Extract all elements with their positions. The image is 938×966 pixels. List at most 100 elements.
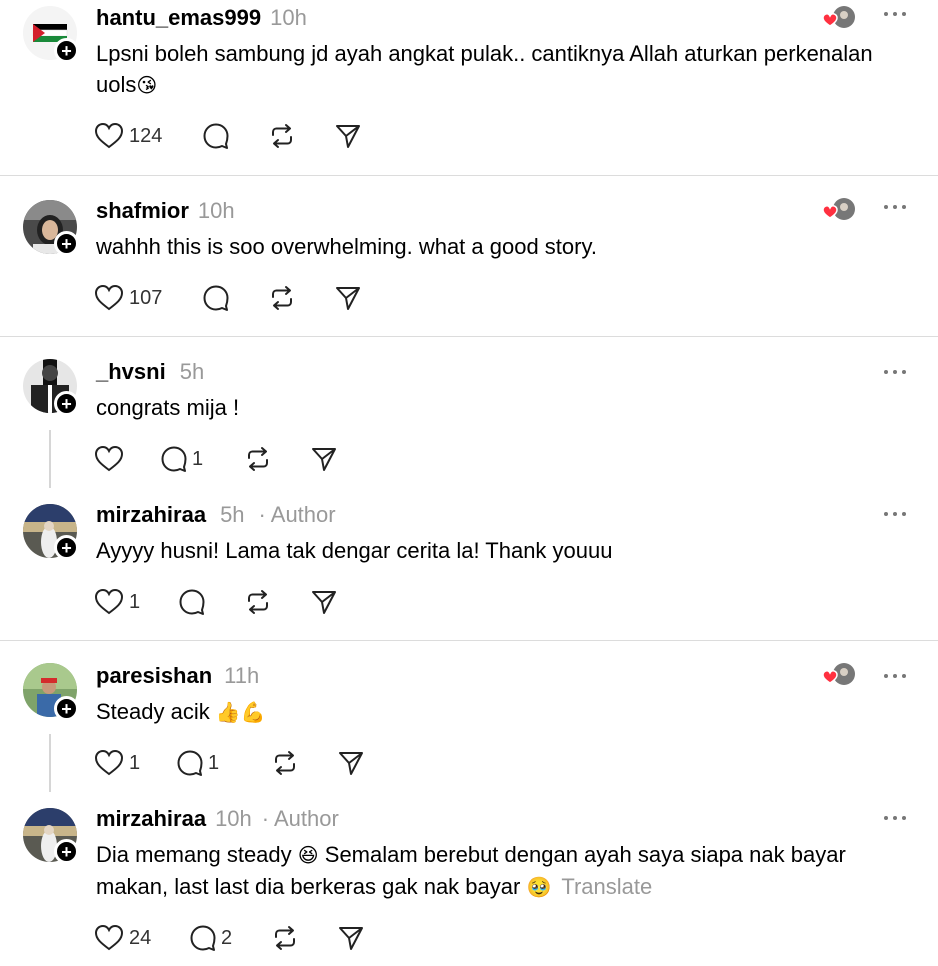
comment-text-content: congrats mija !	[96, 395, 240, 420]
repost-button[interactable]	[271, 749, 337, 777]
repost-button[interactable]	[268, 284, 334, 312]
repost-icon	[244, 445, 272, 473]
comment-text-content: Steady acik	[96, 699, 210, 724]
like-button[interactable]: 24	[94, 924, 189, 952]
follow-button[interactable]: +	[54, 535, 79, 560]
send-icon	[337, 749, 365, 777]
speech-bubble-icon	[178, 588, 206, 616]
repost-icon	[244, 588, 272, 616]
timestamp: 5h	[220, 502, 245, 527]
comment-text-content: Ayyyy husni! Lama tak dengar cerita la! …	[96, 538, 613, 563]
heart-icon	[94, 924, 124, 952]
comment-text-content: Lpsni boleh sambung jd ayah angkat pulak…	[96, 41, 873, 97]
like-count: 1	[129, 590, 141, 613]
speech-bubble-icon	[202, 284, 230, 312]
more-options-icon[interactable]	[880, 203, 910, 217]
comment-header: mirzahiraa 5h · Author	[96, 502, 336, 528]
like-button[interactable]: 1	[94, 588, 178, 616]
author-tag: · Author	[258, 502, 336, 527]
share-button[interactable]	[334, 122, 362, 150]
action-bar: 124	[94, 120, 362, 152]
follow-button[interactable]: +	[54, 231, 79, 256]
send-icon	[310, 445, 338, 473]
follow-button[interactable]: +	[54, 391, 79, 416]
action-bar: 24 2	[94, 922, 365, 954]
comment-header: shafmior 10h	[96, 198, 235, 224]
comment-text: Lpsni boleh sambung jd ayah angkat pulak…	[96, 38, 916, 101]
like-button[interactable]: 107	[94, 284, 202, 312]
username[interactable]: paresishan	[96, 663, 212, 688]
comment-text-content: Dia memang steady	[96, 842, 292, 867]
reply-button[interactable]	[202, 284, 268, 312]
comment-text: Dia memang steady 😆 Semalam berebut deng…	[96, 839, 916, 903]
more-options-icon[interactable]	[880, 672, 910, 686]
action-bar: 1	[94, 443, 338, 475]
comment-header: _hvsni 5h	[96, 359, 204, 385]
reply-button[interactable]: 1	[160, 445, 244, 473]
share-button[interactable]	[310, 445, 338, 473]
share-button[interactable]	[310, 588, 338, 616]
author-liked-badge	[820, 663, 860, 689]
action-bar: 1 1	[94, 747, 365, 779]
like-button[interactable]: 1	[94, 749, 176, 777]
send-icon	[334, 284, 362, 312]
username[interactable]: _hvsni	[96, 359, 166, 384]
more-options-icon[interactable]	[880, 814, 910, 828]
username[interactable]: shafmior	[96, 198, 189, 223]
repost-icon	[268, 122, 296, 150]
timestamp: 10h	[270, 5, 307, 30]
heart-icon	[94, 445, 124, 473]
reply-button[interactable]: 2	[189, 924, 271, 952]
comment-item: + hantu_emas999 10h Lpsni boleh sambung j…	[0, 0, 938, 176]
more-options-icon[interactable]	[880, 510, 910, 524]
follow-button[interactable]: +	[54, 839, 79, 864]
reply-button[interactable]: 1	[176, 749, 271, 777]
repost-button[interactable]	[244, 588, 310, 616]
translate-link[interactable]: Translate	[561, 874, 652, 899]
more-options-icon[interactable]	[880, 368, 910, 382]
speech-bubble-icon	[189, 924, 217, 952]
send-icon	[334, 122, 362, 150]
comment-item: + mirzahiraa 5h · Author Ayyyy husni! Lama…	[0, 482, 938, 640]
emoji: 😘	[136, 73, 158, 97]
share-button[interactable]	[334, 284, 362, 312]
action-bar: 1	[94, 586, 338, 618]
like-button[interactable]	[94, 445, 160, 473]
comment-text: Ayyyy husni! Lama tak dengar cerita la! …	[96, 535, 916, 566]
repost-button[interactable]	[271, 924, 337, 952]
reply-count: 1	[192, 447, 204, 470]
reply-button[interactable]	[202, 122, 268, 150]
comment-text-content: wahhh this is soo overwhelming. what a g…	[96, 234, 597, 259]
more-options-icon[interactable]	[880, 10, 910, 24]
comment-text: wahhh this is soo overwhelming. what a g…	[96, 231, 916, 262]
username[interactable]: mirzahiraa	[96, 806, 206, 831]
emoji: 🥹	[526, 875, 552, 899]
heart-icon	[94, 588, 124, 616]
username[interactable]: mirzahiraa	[96, 502, 206, 527]
reply-button[interactable]	[178, 588, 244, 616]
action-bar: 107	[94, 282, 362, 314]
comment-item: + mirzahiraa 10h · Author Dia memang stead…	[0, 786, 938, 966]
repost-button[interactable]	[244, 445, 310, 473]
username[interactable]: hantu_emas999	[96, 5, 261, 30]
author-liked-badge	[820, 6, 860, 32]
follow-button[interactable]: +	[54, 696, 79, 721]
share-button[interactable]	[337, 749, 365, 777]
reply-count: 1	[208, 751, 220, 774]
comment-item: + paresishan 11h Steady acik 👍💪 1 1	[0, 641, 938, 786]
comment-header: hantu_emas999 10h	[96, 5, 307, 31]
share-button[interactable]	[337, 924, 365, 952]
comment-text: Steady acik 👍💪	[96, 696, 916, 728]
timestamp: 10h	[215, 806, 252, 831]
follow-button[interactable]: +	[54, 38, 79, 63]
like-count: 24	[129, 926, 152, 949]
like-button[interactable]: 124	[94, 122, 202, 150]
repost-button[interactable]	[268, 122, 334, 150]
author-tag: · Author	[261, 806, 339, 831]
speech-bubble-icon	[176, 749, 204, 777]
heart-icon	[94, 284, 124, 312]
repost-icon	[268, 284, 296, 312]
author-liked-badge	[820, 198, 860, 224]
emoji: 😆	[297, 843, 319, 867]
repost-icon	[271, 924, 299, 952]
